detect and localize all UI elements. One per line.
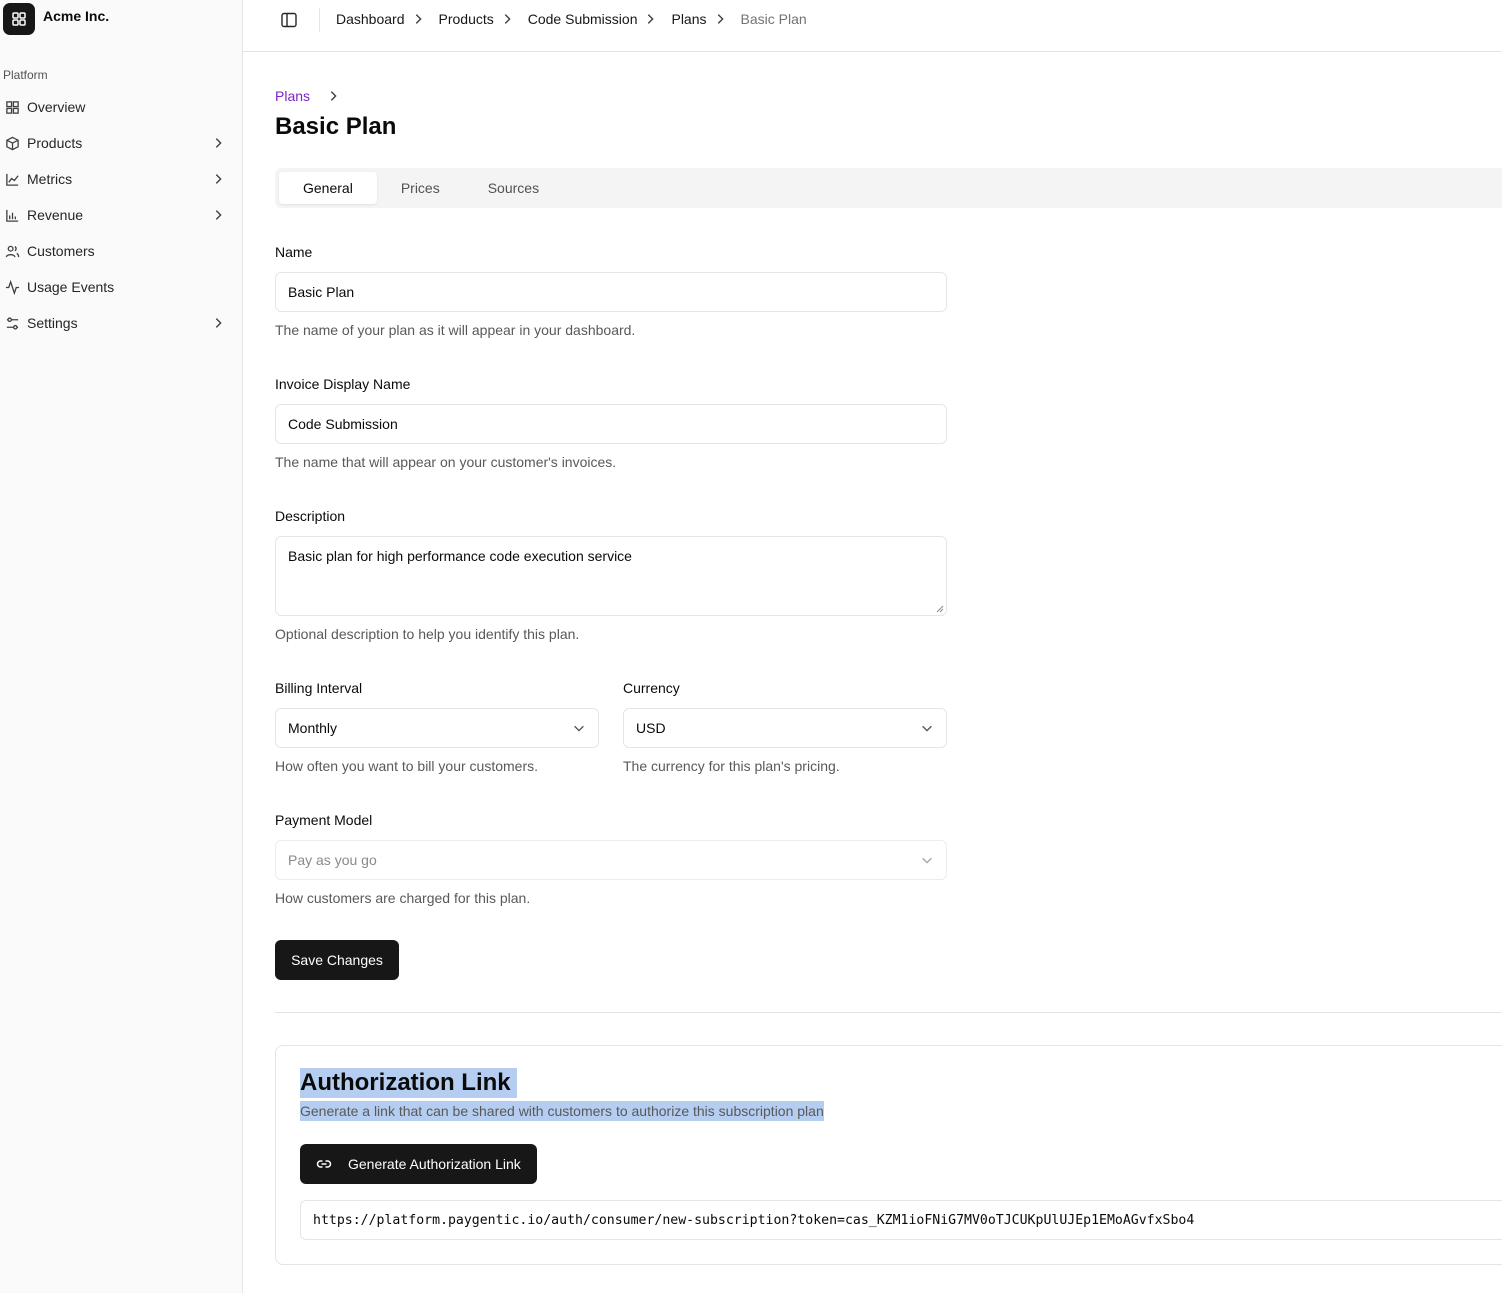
description-label: Description: [275, 508, 346, 524]
chevron-down-icon: [922, 857, 932, 864]
billing-interval-value: Monthly: [288, 720, 338, 736]
chevron-right-icon: [330, 91, 337, 101]
chevron-right-icon: [504, 14, 511, 24]
breadcrumb-products[interactable]: Products: [439, 11, 494, 27]
users-icon: [4, 243, 20, 259]
payment-model-help: How customers are charged for this plan.: [275, 890, 531, 906]
sidebar-toggle-icon[interactable]: [280, 11, 298, 29]
breadcrumb-dashboard[interactable]: Dashboard: [336, 11, 405, 27]
activity-icon: [4, 279, 20, 295]
authorization-link-card: Authorization Link Generate a link that …: [275, 1045, 1502, 1265]
bar-chart-icon: [4, 207, 20, 223]
name-label: Name: [275, 244, 313, 260]
back-link-label: Plans: [275, 88, 311, 104]
billing-interval-label: Billing Interval: [275, 680, 363, 696]
sidebar-item-usage-events[interactable]: Usage Events: [0, 269, 243, 305]
invoice-name-label: Invoice Display Name: [275, 376, 411, 392]
breadcrumb-plans[interactable]: Plans: [671, 11, 706, 27]
currency-value: USD: [636, 720, 666, 736]
page-title: Basic Plan: [275, 113, 397, 140]
chevron-down-icon: [574, 725, 584, 732]
description-value: Basic plan for high performance code exe…: [288, 548, 632, 564]
description-help: Optional description to help you identif…: [275, 626, 580, 642]
chevron-right-icon: [215, 174, 222, 184]
invoice-name-input[interactable]: Code Submission: [275, 404, 947, 444]
link-icon: [316, 1160, 332, 1168]
sidebar-item-customers[interactable]: Customers: [0, 233, 243, 269]
sliders-icon: [4, 315, 20, 331]
breadcrumb-code-submission[interactable]: Code Submission: [528, 11, 638, 27]
payment-model-label: Payment Model: [275, 812, 373, 828]
brand[interactable]: Acme Inc.: [3, 3, 109, 35]
grid-icon: [3, 3, 35, 35]
payment-model-value: Pay as you go: [288, 852, 377, 868]
billing-interval-help: How often you want to bill your customer…: [275, 758, 539, 774]
chevron-right-icon: [215, 210, 222, 220]
line-chart-icon: [4, 171, 20, 187]
divider: [319, 8, 320, 32]
authorization-url-field[interactable]: https://platform.paygentic.io/auth/consu…: [300, 1200, 1502, 1240]
sidebar: Acme Inc. Platform Overview Products Met…: [0, 0, 243, 1293]
box-icon: [4, 135, 20, 151]
chevron-right-icon: [215, 138, 222, 148]
topbar: Dashboard Products Code Submission Plans…: [243, 0, 1502, 52]
currency-help: The currency for this plan's pricing.: [623, 758, 840, 774]
tab-sources[interactable]: Sources: [464, 172, 563, 204]
sidebar-item-label: Usage Events: [27, 279, 115, 295]
button-label: Generate Authorization Link: [348, 1156, 521, 1172]
currency-label: Currency: [623, 680, 680, 696]
sidebar-item-label: Metrics: [27, 171, 73, 187]
chevron-down-icon: [922, 725, 932, 732]
currency-select[interactable]: USD: [623, 708, 947, 748]
tab-list: General Prices Sources: [275, 168, 1502, 208]
chevron-right-icon: [215, 318, 222, 328]
sidebar-item-label: Customers: [27, 243, 95, 259]
sidebar-item-label: Products: [27, 135, 83, 151]
sidebar-item-label: Overview: [27, 99, 86, 115]
sidebar-item-label: Revenue: [27, 207, 84, 223]
resize-handle-icon[interactable]: [936, 605, 944, 613]
sidebar-item-revenue[interactable]: Revenue: [0, 197, 243, 233]
sidebar-item-metrics[interactable]: Metrics: [0, 161, 243, 197]
divider: [275, 1012, 1502, 1013]
breadcrumb: Dashboard Products Code Submission Plans…: [336, 11, 807, 27]
billing-interval-select[interactable]: Monthly: [275, 708, 599, 748]
chevron-right-icon: [648, 14, 655, 24]
sidebar-item-products[interactable]: Products: [0, 125, 243, 161]
card-description: Generate a link that can be shared with …: [300, 1101, 824, 1121]
save-changes-button[interactable]: Save Changes: [275, 940, 399, 980]
tab-prices[interactable]: Prices: [377, 172, 464, 204]
sidebar-nav: Overview Products Metrics Revenue Custom…: [0, 89, 243, 341]
card-title: Authorization Link: [300, 1068, 517, 1098]
back-link[interactable]: Plans: [275, 88, 340, 104]
main-area: Dashboard Products Code Submission Plans…: [243, 0, 1502, 1293]
grid-icon: [4, 99, 20, 115]
brand-name: Acme Inc.: [43, 8, 110, 24]
generate-authorization-link-button[interactable]: Generate Authorization Link: [300, 1144, 537, 1184]
name-help: The name of your plan as it will appear …: [275, 322, 636, 338]
invoice-name-help: The name that will appear on your custom…: [275, 454, 617, 470]
sidebar-item-overview[interactable]: Overview: [0, 89, 243, 125]
description-textarea[interactable]: Basic plan for high performance code exe…: [275, 536, 947, 616]
sidebar-item-settings[interactable]: Settings: [0, 305, 243, 341]
sidebar-section-label: Platform: [3, 68, 48, 82]
chevron-right-icon: [415, 14, 422, 24]
sidebar-item-label: Settings: [27, 315, 78, 331]
chevron-right-icon: [717, 14, 724, 24]
payment-model-select[interactable]: Pay as you go: [275, 840, 947, 880]
name-input[interactable]: Basic Plan: [275, 272, 947, 312]
tab-general[interactable]: General: [279, 172, 377, 204]
breadcrumb-current: Basic Plan: [740, 11, 807, 27]
